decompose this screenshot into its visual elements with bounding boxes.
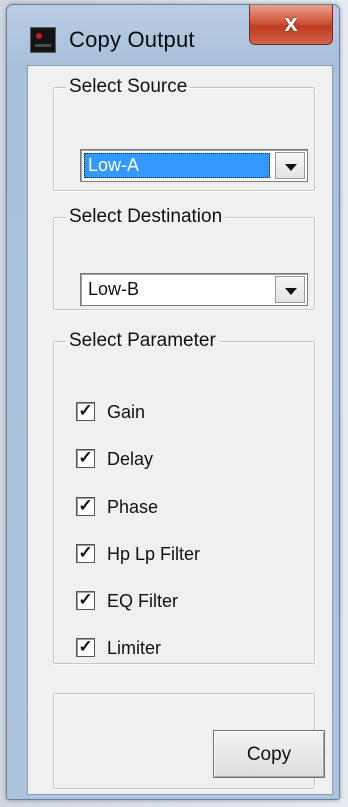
eq-filter-checkbox[interactable]: ✓ <box>76 590 95 610</box>
select-destination-legend: Select Destination <box>69 206 223 227</box>
close-button[interactable]: x <box>249 5 333 45</box>
app-icon <box>30 27 56 53</box>
check-icon: ✓ <box>78 448 93 467</box>
delay-label: Delay <box>107 449 154 469</box>
hp-lp-filter-label: Hp Lp Filter <box>107 544 201 564</box>
source-select[interactable]: Low-A <box>80 149 308 182</box>
chevron-down-icon <box>285 164 297 171</box>
copy-button[interactable]: Copy <box>213 730 325 778</box>
app-icon-led <box>36 33 42 39</box>
app-icon-strip <box>35 44 51 47</box>
select-source-group: Select Source Low-A <box>53 76 315 191</box>
select-parameter-legend: Select Parameter <box>69 330 216 351</box>
limiter-checkbox[interactable]: ✓ <box>76 637 95 657</box>
source-dropdown-button[interactable] <box>275 152 305 179</box>
window-title: Copy Output <box>69 27 195 52</box>
delay-checkbox[interactable]: ✓ <box>76 448 95 468</box>
source-select-value: Low-A <box>84 153 270 178</box>
copy-output-dialog: Copy Output x Select Source Low-A Select… <box>6 4 340 800</box>
phase-checkbox[interactable]: ✓ <box>76 496 95 516</box>
destination-dropdown-button[interactable] <box>275 276 305 303</box>
destination-select-value: Low-B <box>88 279 140 299</box>
gain-label: Gain <box>107 402 146 422</box>
destination-select[interactable]: Low-B <box>80 273 308 306</box>
check-icon: ✓ <box>78 543 93 562</box>
phase-label: Phase <box>107 497 159 517</box>
title-bar[interactable]: Copy Output x <box>7 5 339 65</box>
chevron-down-icon <box>285 288 297 295</box>
select-destination-group: Select Destination Low-B <box>53 206 315 310</box>
gain-checkbox[interactable]: ✓ <box>76 401 95 421</box>
action-group: Copy <box>53 693 325 789</box>
limiter-label: Limiter <box>107 638 162 658</box>
check-icon: ✓ <box>78 496 93 515</box>
eq-filter-label: EQ Filter <box>107 591 179 611</box>
close-icon: x <box>284 10 298 37</box>
select-source-legend: Select Source <box>69 76 188 97</box>
check-icon: ✓ <box>78 637 93 656</box>
hp-lp-filter-checkbox[interactable]: ✓ <box>76 543 95 563</box>
check-icon: ✓ <box>78 590 93 609</box>
dialog-client-area: Select Source Low-A Select Destination L… <box>27 65 333 795</box>
select-parameter-group: Select Parameter ✓ Gain ✓ Delay ✓ Phase … <box>53 330 315 664</box>
check-icon: ✓ <box>78 401 93 420</box>
